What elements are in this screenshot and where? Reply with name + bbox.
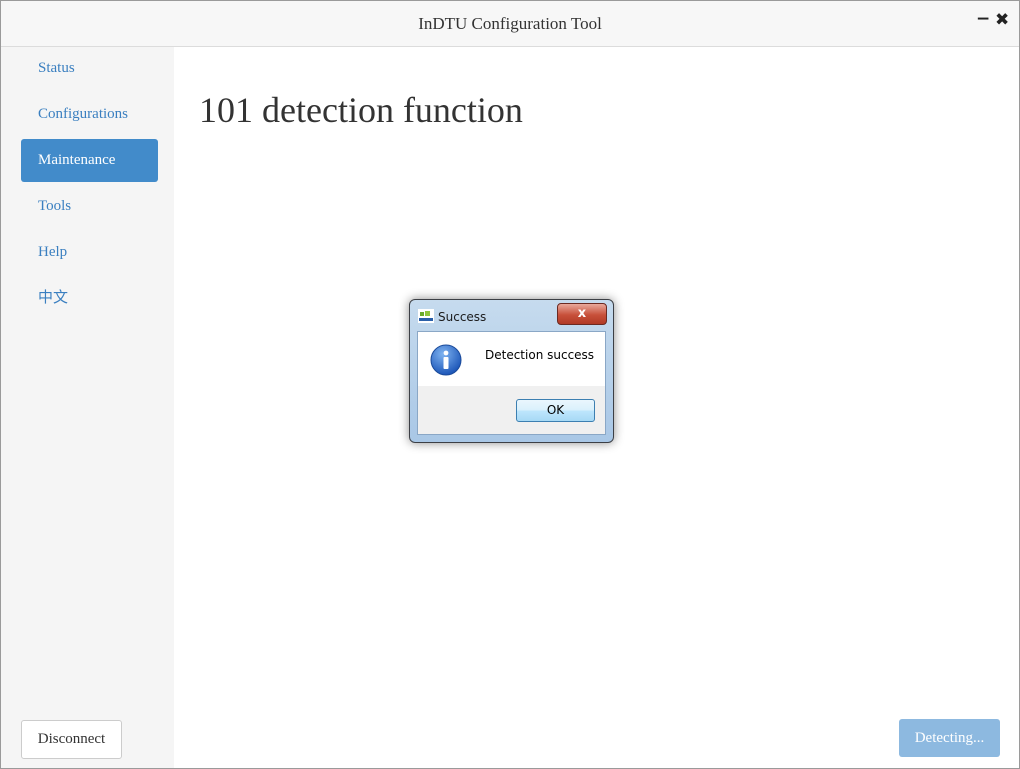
detecting-button: Detecting... [899, 719, 1000, 757]
sidebar-item-language[interactable]: 中文 [21, 276, 158, 319]
page-title: 101 detection function [199, 90, 523, 130]
minimize-icon[interactable]: − [976, 9, 990, 29]
sidebar-item-tools[interactable]: Tools [21, 185, 158, 228]
ok-button[interactable]: OK [516, 399, 595, 422]
title-bar[interactable]: InDTU Configuration Tool − ✖ [1, 1, 1019, 47]
dialog-close-button[interactable]: x [557, 303, 607, 325]
window-title: InDTU Configuration Tool [418, 14, 602, 33]
sidebar-item-configurations[interactable]: Configurations [21, 93, 158, 136]
dialog-title: Success [438, 310, 487, 324]
sidebar-item-maintenance[interactable]: Maintenance [21, 139, 158, 182]
success-dialog: Success x Detection success OK [409, 299, 614, 443]
dialog-content: Detection success [418, 332, 605, 386]
sidebar-item-help[interactable]: Help [21, 231, 158, 274]
info-icon [430, 344, 462, 376]
dialog-message: Detection success [485, 348, 595, 362]
sidebar: Status Configurations Maintenance Tools … [1, 47, 174, 768]
close-icon[interactable]: ✖ [995, 10, 1009, 30]
app-logo-icon [418, 309, 434, 323]
dialog-body: Detection success OK [417, 331, 606, 435]
disconnect-button[interactable]: Disconnect [21, 720, 122, 759]
sidebar-item-status[interactable]: Status [21, 47, 158, 90]
